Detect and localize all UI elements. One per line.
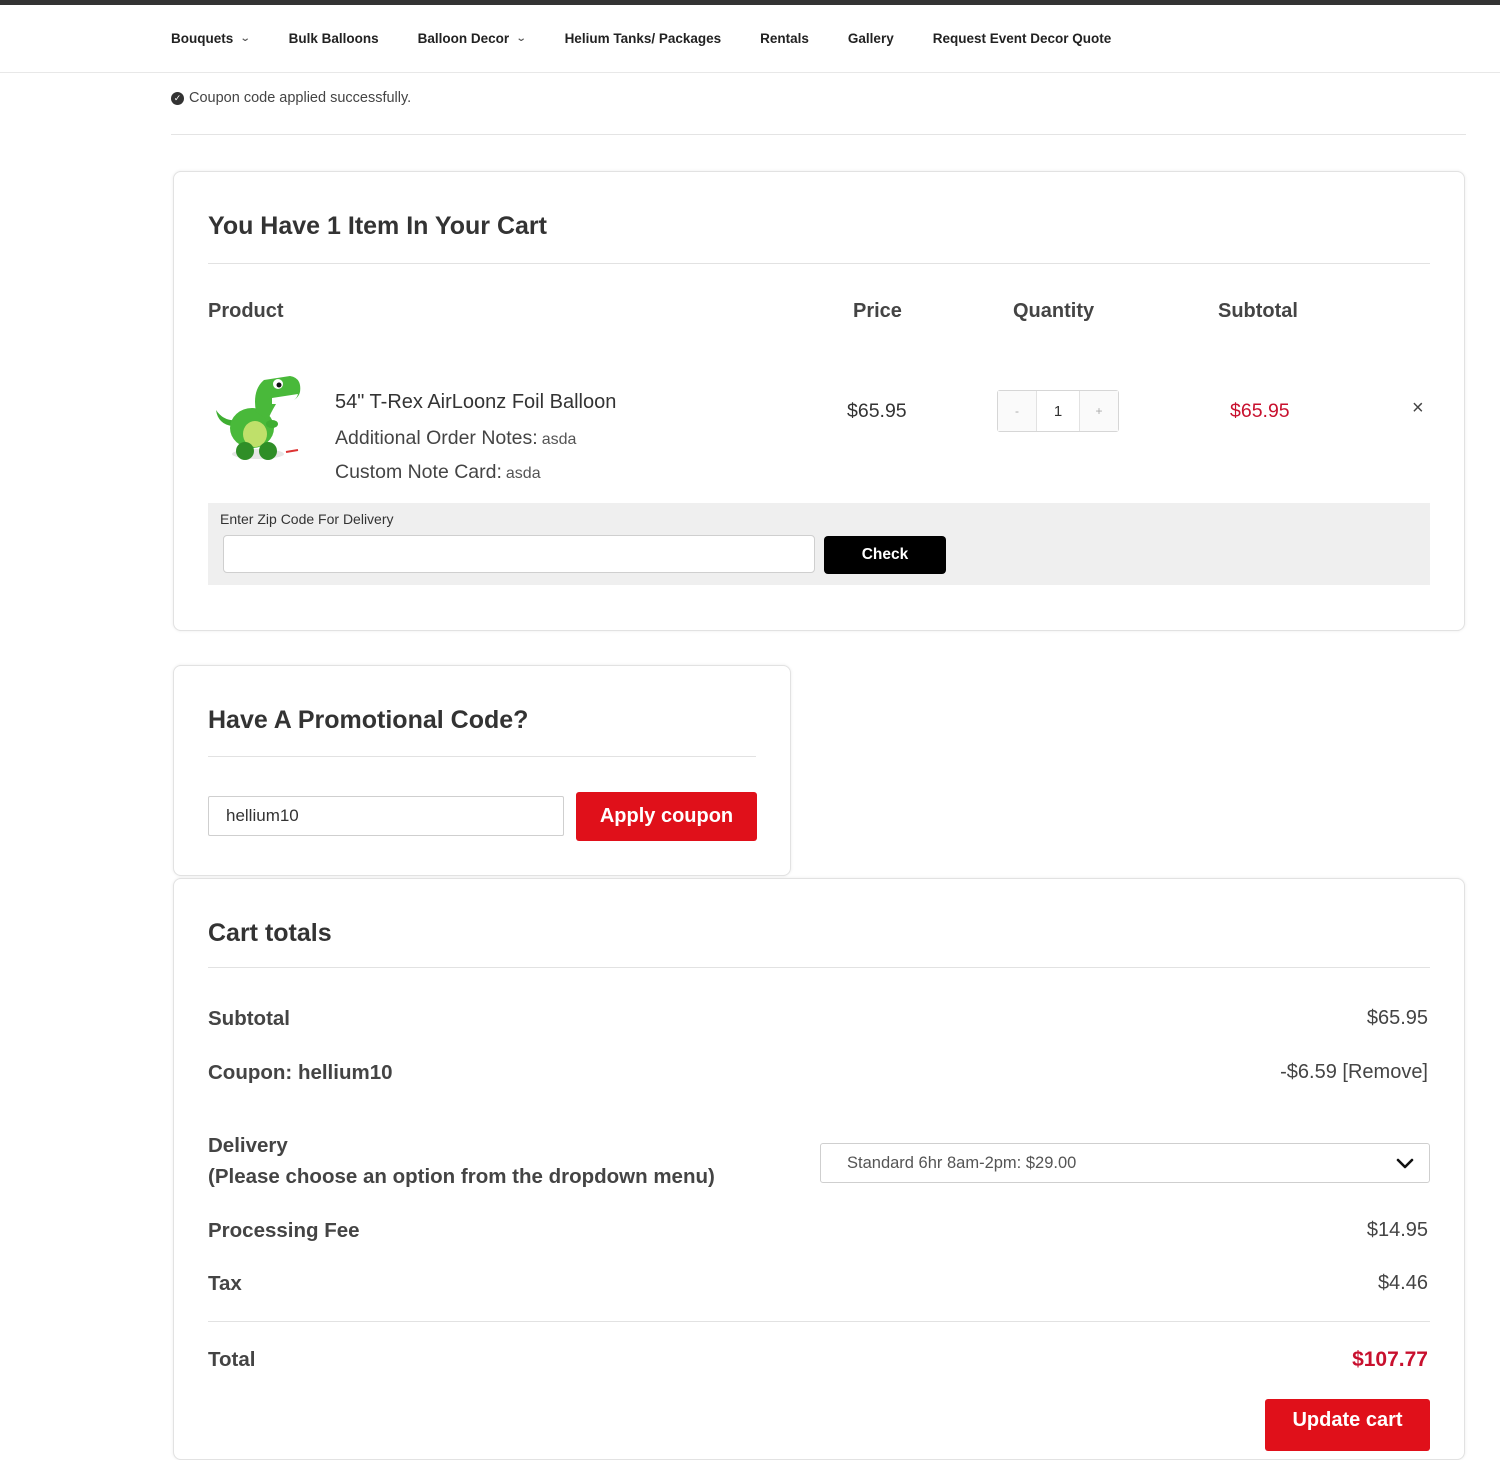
promo-card: Have A Promotional Code? Apply coupon [173, 665, 791, 876]
product-name[interactable]: 54" T-Rex AirLoonz Foil Balloon [335, 391, 616, 414]
quantity-increase-button[interactable]: + [1080, 391, 1118, 431]
check-zip-button[interactable]: Check [824, 536, 946, 574]
note-card-label: Custom Note Card: [335, 461, 502, 483]
product-image[interactable] [212, 364, 312, 464]
chevron-down-icon [1396, 1158, 1414, 1169]
main-nav: Bouquets ⌄ Bulk Balloons Balloon Decor ⌄ Heli… [0, 5, 1500, 73]
coupon-discount-value: -$6.59 [1280, 1061, 1337, 1083]
item-price: $65.95 [847, 400, 907, 422]
check-circle-icon: ✓ [171, 91, 184, 105]
subtotal-value: $65.95 [1366, 1007, 1428, 1029]
order-notes: Additional Order Notes: asda [335, 427, 576, 450]
delivery-select[interactable]: Standard 6hr 8am-2pm: $29.00 [820, 1143, 1430, 1183]
nav-item-label: Bouquets [171, 31, 234, 46]
update-cart-button[interactable]: Update cart [1265, 1399, 1430, 1451]
note-card: Custom Note Card: asda [335, 461, 541, 484]
divider [171, 134, 1466, 135]
nav-item-label: Bulk Balloons [288, 31, 379, 46]
remove-coupon-link[interactable]: [Remove] [1342, 1061, 1428, 1083]
nav-items: Bouquets ⌄ Bulk Balloons Balloon Decor ⌄ Heli… [171, 5, 1150, 72]
nav-item-rentals[interactable]: Rentals [760, 31, 809, 46]
nav-item-request-event-decor-quote[interactable]: Request Event Decor Quote [933, 31, 1112, 46]
tax-label: Tax [208, 1272, 242, 1295]
nav-item-bouquets[interactable]: Bouquets ⌄ [171, 31, 251, 46]
nav-item-helium-tanks-packages[interactable]: Helium Tanks/ Packages [565, 31, 722, 46]
nav-item-gallery[interactable]: Gallery [848, 31, 894, 46]
cart-title: You Have 1 Item In Your Cart [208, 212, 547, 240]
zip-code-label: Enter Zip Code For Delivery [220, 511, 394, 527]
remove-item-icon[interactable]: × [1412, 397, 1424, 420]
total-label: Total [208, 1348, 256, 1371]
note-card-value: asda [505, 465, 541, 482]
delivery-hint: (Please choose an option from the dropdo… [208, 1165, 715, 1188]
notice-text: Coupon code applied successfully. [189, 90, 412, 106]
coupon-row-value: -$6.59 [Remove] [1280, 1061, 1428, 1084]
nav-item-label: Helium Tanks/ Packages [564, 31, 722, 46]
chevron-down-icon: ⌄ [515, 33, 527, 44]
zip-code-input[interactable] [223, 535, 815, 573]
coupon-code-input[interactable] [208, 796, 564, 836]
divider [208, 967, 1430, 968]
zip-code-panel: Enter Zip Code For Delivery Check [208, 503, 1430, 585]
item-subtotal: $65.95 [1230, 400, 1290, 422]
coupon-label: Coupon: hellium10 [208, 1061, 393, 1084]
delivery-selected-option: Standard 6hr 8am-2pm: $29.00 [847, 1153, 1077, 1172]
order-notes-label: Additional Order Notes: [335, 427, 538, 449]
quantity-decrease-button[interactable]: - [998, 391, 1036, 431]
subtotal-label: Subtotal [208, 1007, 290, 1030]
cart-totals-card: Cart totals Subtotal $65.95 Coupon: hell… [173, 878, 1465, 1460]
delivery-label: Delivery [208, 1134, 288, 1157]
nav-item-label: Gallery [847, 31, 894, 46]
nav-item-label: Request Event Decor Quote [932, 31, 1112, 46]
order-notes-value: asda [541, 431, 577, 448]
nav-item-label: Balloon Decor [417, 31, 510, 46]
divider [208, 1321, 1430, 1322]
column-header-quantity: Quantity [1013, 300, 1095, 322]
quantity-stepper: - 1 + [997, 390, 1119, 432]
total-value: $107.77 [1352, 1348, 1428, 1371]
apply-coupon-button[interactable]: Apply coupon [576, 792, 757, 841]
nav-item-bulk-balloons[interactable]: Bulk Balloons [289, 31, 379, 46]
nav-item-label: Rentals [760, 31, 809, 46]
cart-card: You Have 1 Item In Your Cart Product Pri… [173, 171, 1465, 631]
chevron-down-icon: ⌄ [239, 33, 251, 44]
divider [208, 263, 1430, 264]
totals-title: Cart totals [208, 919, 332, 947]
column-header-subtotal: Subtotal [1218, 300, 1298, 322]
processing-fee-label: Processing Fee [208, 1219, 360, 1242]
column-header-price: Price [853, 300, 902, 322]
quantity-input[interactable]: 1 [1036, 391, 1080, 431]
tax-value: $4.46 [1377, 1272, 1428, 1294]
column-header-product: Product [208, 300, 284, 322]
processing-fee-value: $14.95 [1366, 1219, 1428, 1241]
promo-title: Have A Promotional Code? [208, 706, 529, 734]
divider [208, 756, 756, 757]
coupon-notice: ✓ Coupon code applied successfully. [171, 90, 411, 106]
nav-item-balloon-decor[interactable]: Balloon Decor ⌄ [417, 31, 527, 46]
